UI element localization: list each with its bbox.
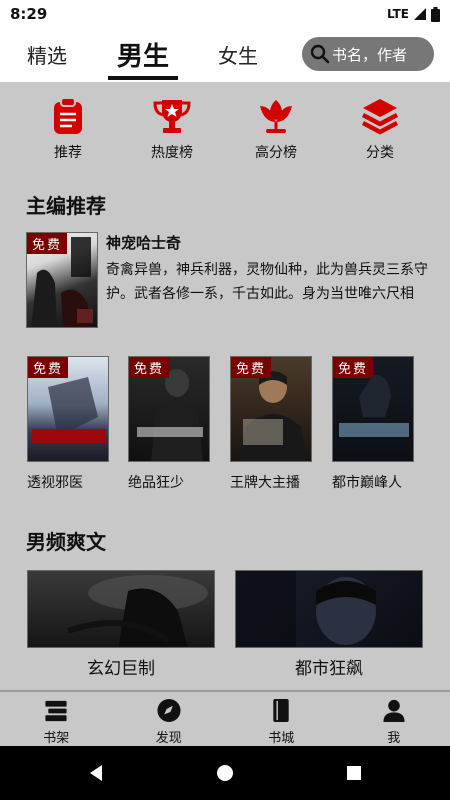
nav-label: 书架 [43,731,70,746]
person-icon [383,699,405,723]
nav-bookshelf[interactable]: 书架 [0,692,113,746]
book-cover: 免费 [332,356,414,462]
discover-content[interactable]: 推荐 热度榜 高分榜 分类 主编推荐 免费 神宠哈士奇 奇禽异兽，神兵利器，灵物… [0,82,450,690]
home-icon[interactable] [215,763,235,783]
featured-book-title: 神宠哈士奇 [106,234,182,252]
flower-icon [260,100,292,133]
recents-icon[interactable] [344,763,364,783]
bottom-nav: 书架 发现 书城 我 [0,690,450,746]
search-icon [310,44,330,64]
battery-icon [431,6,440,22]
layers-icon [361,99,399,135]
nav-label: 书城 [268,731,295,746]
category-hot[interactable]: 热度榜 [120,96,224,162]
book-cover: 免费 [230,356,312,462]
section-title-male-genre: 男频爽文 [26,530,106,554]
featured-book[interactable]: 免费 神宠哈士奇 奇禽异兽，神兵利器，灵物仙种，此为兽兵灵三系守护。武者各修一系… [26,232,436,332]
signal-icon [414,8,426,20]
category-label: 推荐 [54,145,82,161]
book-card[interactable]: 免费 王牌大主播 [230,356,312,492]
bookshelf-icon [45,700,67,722]
book-title: 都市巅峰人 [332,475,402,491]
book-title: 王牌大主播 [230,475,300,491]
network-type: LTE [386,7,409,21]
category-recommend[interactable]: 推荐 [16,96,120,162]
free-badge: 免费 [333,357,374,378]
book-title: 透视邪医 [27,475,83,491]
top-tab-bar: 精选 男生 女生 书名，作者 [0,28,450,82]
clipboard-icon [54,97,82,134]
status-time: 8:29 [10,5,48,23]
category-row: 推荐 热度榜 高分榜 分类 [0,96,450,162]
back-icon[interactable] [86,763,106,783]
nav-me[interactable]: 我 [338,692,450,746]
book-cover: 免费 [26,232,98,328]
compass-icon [157,698,181,723]
category-label: 高分榜 [255,145,297,161]
genre-cover [27,570,215,648]
free-badge: 免费 [129,357,170,378]
book-cover: 免费 [27,356,109,462]
nav-label: 我 [387,731,401,746]
book-title: 绝品狂少 [128,475,184,491]
category-label: 热度榜 [151,145,193,161]
tab-female[interactable]: 女生 [218,40,258,69]
status-bar: 8:29 LTE [0,0,450,28]
search-placeholder: 书名，作者 [332,45,408,64]
book-card[interactable]: 免费 透视邪医 [27,356,109,492]
nav-discover[interactable]: 发现 [113,692,226,746]
book-card[interactable]: 免费 绝品狂少 [128,356,210,492]
category-top-rated[interactable]: 高分榜 [224,96,328,162]
free-badge: 免费 [231,357,272,378]
book-icon [273,698,289,723]
tab-featured[interactable]: 精选 [27,40,67,69]
genre-title: 都市狂飙 [295,659,363,679]
active-tab-indicator [108,76,178,80]
category-classify[interactable]: 分类 [328,96,432,162]
nav-label: 发现 [155,731,182,746]
book-card[interactable]: 免费 都市巅峰人 [332,356,414,492]
status-icons: LTE [386,6,440,22]
free-badge: 免费 [28,357,69,378]
trophy-icon [153,100,191,133]
search-bar[interactable]: 书名，作者 [302,37,434,71]
genre-card[interactable]: 玄幻巨制 [27,570,215,679]
nav-bookstore[interactable]: 书城 [225,692,338,746]
featured-book-description: 奇禽异兽，神兵利器，灵物仙种，此为兽兵灵三系守护。武者各修一系，千古如此。身为当… [106,262,428,302]
category-label: 分类 [366,145,394,161]
genre-title: 玄幻巨制 [87,659,155,679]
tab-male[interactable]: 男生 [117,36,169,73]
book-cover: 免费 [128,356,210,462]
free-badge: 免费 [27,233,68,254]
system-nav-bar [0,746,450,800]
genre-card[interactable]: 都市狂飙 [235,570,423,679]
section-title-editor-pick: 主编推荐 [26,194,106,218]
genre-cover [235,570,423,648]
